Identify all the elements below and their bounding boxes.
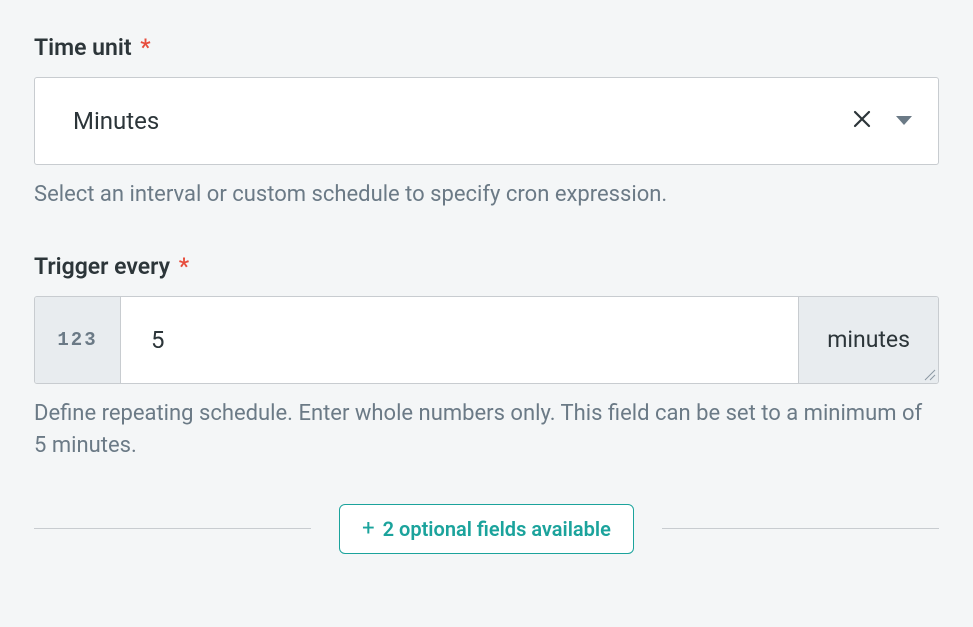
required-indicator: * [140,34,150,61]
time-unit-label: Time unit * [34,34,939,61]
trigger-every-helper-text: Define repeating schedule. Enter whole n… [34,398,939,462]
chevron-down-icon[interactable] [896,116,912,126]
trigger-every-unit-suffix: minutes [798,297,938,383]
time-unit-select[interactable]: Minutes [34,77,939,165]
optional-fields-label: 2 optional fields available [383,517,611,541]
time-unit-helper-text: Select an interval or custom schedule to… [34,179,939,211]
time-unit-selected-value: Minutes [73,107,852,135]
time-unit-label-text: Time unit [34,34,132,61]
trigger-every-label: Trigger every * [34,253,939,280]
trigger-every-unit-text: minutes [827,326,910,353]
divider-line-left [34,528,311,529]
plus-icon: + [362,518,374,540]
time-unit-field: Time unit * Minutes Select an interval o… [34,34,939,211]
number-type-icon: 123 [35,297,121,383]
show-optional-fields-button[interactable]: + 2 optional fields available [339,504,634,554]
trigger-every-field: Trigger every * 123 minutes Define repea… [34,253,939,462]
optional-fields-divider: + 2 optional fields available [34,504,939,554]
required-indicator: * [179,253,189,280]
resize-grip-icon [922,367,936,381]
trigger-every-input-group: 123 minutes [34,296,939,384]
close-icon[interactable] [852,109,872,134]
trigger-every-input[interactable] [121,297,798,383]
trigger-every-label-text: Trigger every [34,253,170,280]
divider-line-right [662,528,939,529]
